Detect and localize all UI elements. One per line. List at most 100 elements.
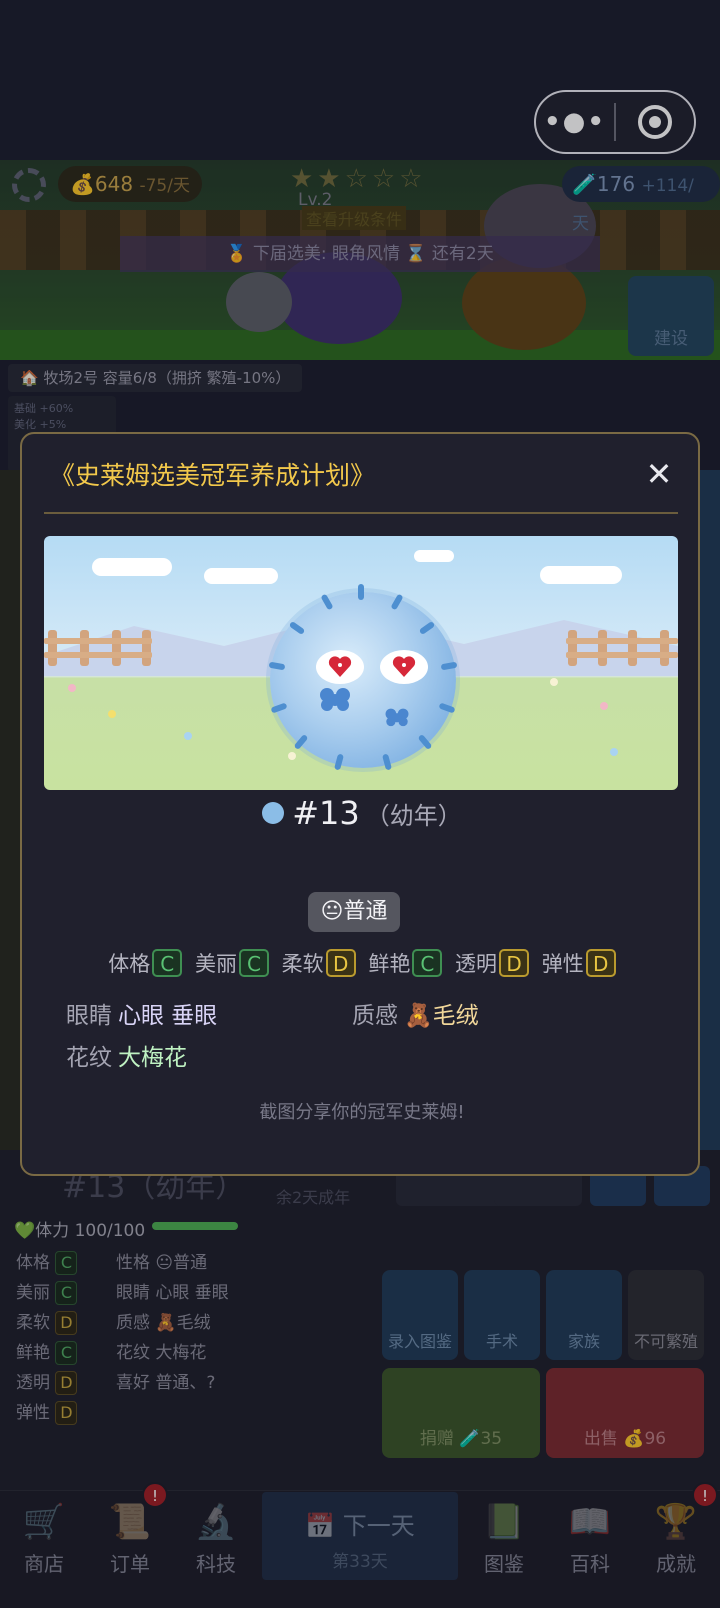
- grade-item: 体格 C: [108, 949, 183, 977]
- personality-badge: 😐普通: [308, 892, 400, 932]
- record-codex-button[interactable]: 录入图鉴: [382, 1270, 458, 1360]
- pattern-value: 大梅花: [118, 1045, 187, 1071]
- grade-badge: D: [585, 949, 616, 977]
- donate-button[interactable]: 捐赠 🧪35: [382, 1368, 540, 1458]
- research-points: 🧪176 +114/天: [562, 166, 720, 234]
- slime-age: （幼年）: [365, 801, 462, 830]
- cloud: [540, 566, 622, 584]
- detail-trait-list: 性格 😐普通 眼睛 心眼 垂眼 质感 🧸毛绒 花纹 大梅花 喜好 普通、?: [116, 1248, 229, 1398]
- detail-grade-row: 透明 D: [16, 1368, 78, 1398]
- grade-badge: D: [499, 949, 530, 977]
- heart-icon: [328, 656, 352, 677]
- detail-trait-row: 眼睛 心眼 垂眼: [116, 1283, 229, 1303]
- flower: [600, 702, 608, 710]
- stamina-label: 💚体力 100/100: [14, 1221, 146, 1241]
- next-day-button[interactable]: 📅 下一天 第33天: [262, 1492, 458, 1580]
- slime-id-line: #13 （幼年）: [22, 794, 702, 832]
- texture-value: 🧸毛绒: [404, 1003, 479, 1029]
- cloud: [92, 558, 172, 576]
- flower: [288, 752, 296, 760]
- grade-row: 体格 C 美丽 C 柔软 D 鲜艳 C 透明 D 弹性 D: [22, 948, 702, 978]
- cart-icon: 🛒: [22, 1502, 66, 1542]
- upgrade-conditions-link[interactable]: 查看升级条件: [302, 206, 407, 230]
- detail-grade-row: 鲜艳 C: [16, 1338, 78, 1368]
- right-fence: [566, 630, 678, 670]
- stamina-bar: [152, 1222, 238, 1230]
- coins-value: 648: [94, 172, 134, 196]
- slime-id: #13: [292, 794, 360, 832]
- detail-trait-row: 质感 🧸毛绒: [116, 1313, 211, 1333]
- bonus-line: 美化 +5%: [14, 418, 67, 431]
- book-icon: 📗: [482, 1502, 526, 1542]
- calendar-icon: 📅: [305, 1512, 336, 1540]
- detail-subtitle: 余2天成年: [276, 1188, 351, 1207]
- flower: [550, 678, 558, 686]
- eyes-value: 心眼 垂眼: [118, 1003, 218, 1029]
- build-button[interactable]: 建设: [628, 276, 714, 356]
- open-book-icon: 📖: [568, 1502, 612, 1542]
- detail-grade-list: 体格 C 美丽 C 柔软 D 鲜艳 C 透明 D 弹性 D: [16, 1248, 78, 1428]
- bonus-line: 基础 +60%: [14, 402, 74, 415]
- nav-wiki[interactable]: 📖 百科: [548, 1492, 632, 1592]
- right-edge-strip: [700, 470, 720, 1150]
- slime-color-dot: [262, 802, 285, 824]
- microscope-icon: 🔬: [194, 1502, 238, 1542]
- flower: [108, 710, 116, 718]
- grade-badge: C: [152, 949, 183, 977]
- nav-codex[interactable]: 📗 图鉴: [462, 1492, 546, 1592]
- coins-counter: 💰648 -75/天: [58, 166, 202, 202]
- flower: [184, 732, 192, 740]
- cloud: [414, 550, 454, 562]
- grade-badge: C: [238, 949, 269, 977]
- texture-trait: 质感 🧸毛绒: [352, 996, 479, 1030]
- detail-grade-row: 弹性 D: [16, 1398, 78, 1428]
- modal-title: 《史莱姆选美冠军养成计划》: [50, 461, 376, 490]
- left-fence: [44, 630, 154, 670]
- surgery-button[interactable]: 手术: [464, 1270, 540, 1360]
- grade-item: 鲜艳 C: [368, 949, 443, 977]
- grade-badge: D: [325, 949, 356, 977]
- sell-button[interactable]: 出售 💰96: [546, 1368, 704, 1458]
- detail-grade-row: 美丽 C: [16, 1278, 78, 1308]
- family-button[interactable]: 家族: [546, 1270, 622, 1360]
- close-program-button[interactable]: [616, 105, 694, 139]
- pattern-label: 花纹: [66, 1045, 112, 1071]
- build-label: 建设: [654, 329, 688, 349]
- points-value: 176: [596, 172, 636, 196]
- detail-grade-row: 柔软 D: [16, 1308, 78, 1338]
- pattern-trait: 花纹 大梅花: [66, 1038, 187, 1072]
- share-card-modal: 《史莱姆选美冠军养成计划》 ✕ #13 （幼年） 😐普通 体格 C 美丽 C 柔…: [20, 432, 700, 1176]
- flower: [610, 748, 618, 756]
- share-hint: 截图分享你的冠军史莱姆!: [259, 1102, 465, 1123]
- title-divider: [44, 512, 678, 514]
- nav-shop[interactable]: 🛒 商店: [2, 1492, 86, 1592]
- bg-slime-white: [226, 272, 292, 332]
- eyes-label: 眼睛: [66, 1003, 112, 1029]
- flower: [68, 684, 76, 692]
- grade-item: 透明 D: [455, 949, 530, 977]
- achievements-badge: !: [692, 1482, 718, 1508]
- grade-item: 弹性 D: [542, 949, 616, 977]
- contest-banner: 🏅 下届选美: 眼角风情 ⌛ 还有2天: [120, 236, 600, 272]
- close-icon[interactable]: ✕: [642, 458, 676, 492]
- eyes-trait: 眼睛 心眼 垂眼: [66, 996, 217, 1030]
- plum-blossom-pattern: [320, 688, 350, 711]
- no-breed-button[interactable]: 不可繁殖: [628, 1270, 704, 1360]
- texture-label: 质感: [352, 1003, 398, 1029]
- heart-eye-right: [380, 650, 428, 684]
- ranch-label: 🏠 牧场2号 容量6/8（拥挤 繁殖-10%）: [8, 364, 303, 392]
- nav-tech[interactable]: 🔬 科技: [174, 1492, 258, 1592]
- grade-badge: C: [412, 949, 443, 977]
- detail-trait-row: 喜好 普通、?: [116, 1373, 216, 1393]
- orders-badge: !: [142, 1482, 168, 1508]
- coins-rate: -75/天: [139, 176, 190, 196]
- more-icon[interactable]: •●•: [536, 107, 614, 137]
- target-icon: [638, 105, 672, 139]
- cloud: [204, 568, 278, 584]
- heart-icon: [392, 656, 416, 677]
- settings-gear-icon[interactable]: [12, 168, 46, 202]
- grade-item: 美丽 C: [195, 949, 269, 977]
- plum-blossom-pattern: [385, 708, 409, 727]
- detail-grade-row: 体格 C: [16, 1248, 78, 1278]
- day-count: 第33天: [332, 1552, 388, 1572]
